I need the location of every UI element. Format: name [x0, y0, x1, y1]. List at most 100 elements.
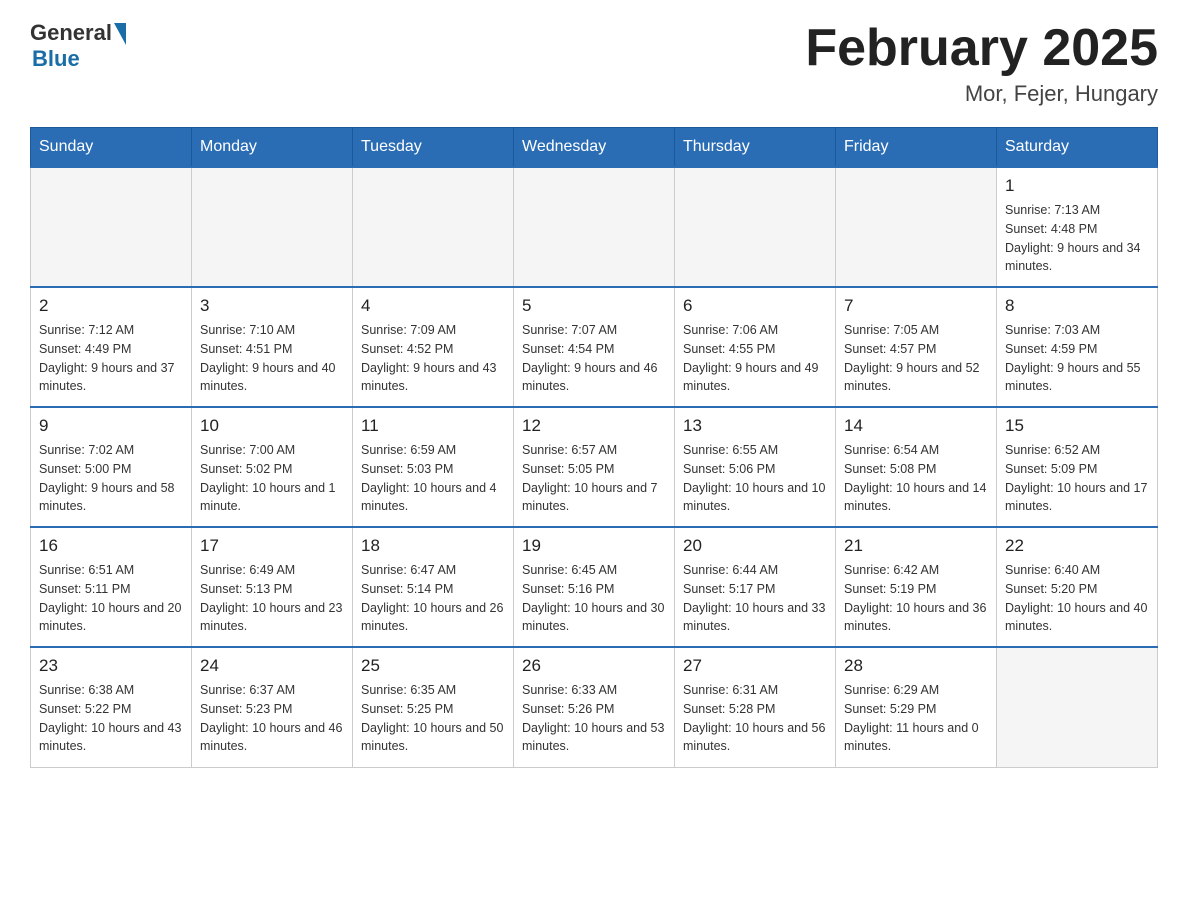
calendar-cell: 14 Sunrise: 6:54 AMSunset: 5:08 PMDayligh… [836, 407, 997, 527]
location: Mor, Fejer, Hungary [805, 81, 1158, 107]
calendar-cell: 23Sunrise: 6:38 AMSunset: 5:22 PMDayligh… [31, 647, 192, 767]
day-info: Sunrise: 6:57 AMSunset: 5:05 PMDaylight:… [522, 441, 666, 516]
logo-arrow-icon [114, 23, 126, 45]
calendar-cell: 7 Sunrise: 7:05 AMSunset: 4:57 PMDaylight… [836, 287, 997, 407]
day-info: Sunrise: 6:55 AMSunset: 5:06 PMDaylight:… [683, 441, 827, 516]
day-info: Sunrise: 6:40 AMSunset: 5:20 PMDaylight:… [1005, 561, 1149, 636]
day-info: Sunrise: 7:06 AMSunset: 4:55 PMDaylight:… [683, 321, 827, 396]
day-number: 10 [200, 416, 344, 436]
day-info: Sunrise: 6:49 AMSunset: 5:13 PMDaylight:… [200, 561, 344, 636]
day-info: Sunrise: 6:45 AMSunset: 5:16 PMDaylight:… [522, 561, 666, 636]
calendar-cell: 17Sunrise: 6:49 AMSunset: 5:13 PMDayligh… [192, 527, 353, 647]
weekday-header-tuesday: Tuesday [353, 128, 514, 168]
day-info: Sunrise: 6:52 AMSunset: 5:09 PMDaylight:… [1005, 441, 1149, 516]
calendar-cell [353, 167, 514, 287]
day-info: Sunrise: 6:38 AMSunset: 5:22 PMDaylight:… [39, 681, 183, 756]
day-number: 7 [844, 296, 988, 316]
day-info: Sunrise: 6:51 AMSunset: 5:11 PMDaylight:… [39, 561, 183, 636]
day-number: 20 [683, 536, 827, 556]
month-title: February 2025 [805, 20, 1158, 77]
calendar-cell [31, 167, 192, 287]
week-row-4: 16 Sunrise: 6:51 AMSunset: 5:11 PMDayligh… [31, 527, 1158, 647]
logo-general-text: General [30, 20, 112, 46]
day-info: Sunrise: 7:00 AMSunset: 5:02 PMDaylight:… [200, 441, 344, 516]
calendar-cell: 5 Sunrise: 7:07 AMSunset: 4:54 PMDaylight… [514, 287, 675, 407]
calendar-cell: 4 Sunrise: 7:09 AMSunset: 4:52 PMDaylight… [353, 287, 514, 407]
calendar-cell: 26 Sunrise: 6:33 AMSunset: 5:26 PMDayligh… [514, 647, 675, 767]
day-number: 3 [200, 296, 344, 316]
calendar-cell: 24 Sunrise: 6:37 AMSunset: 5:23 PMDayligh… [192, 647, 353, 767]
weekday-header-monday: Monday [192, 128, 353, 168]
day-number: 21 [844, 536, 988, 556]
header: General Blue February 2025 Mor, Fejer, H… [30, 20, 1158, 107]
calendar-cell: 6 Sunrise: 7:06 AMSunset: 4:55 PMDaylight… [675, 287, 836, 407]
weekday-header-friday: Friday [836, 128, 997, 168]
day-info: Sunrise: 6:31 AMSunset: 5:28 PMDaylight:… [683, 681, 827, 756]
day-info: Sunrise: 6:54 AMSunset: 5:08 PMDaylight:… [844, 441, 988, 516]
calendar-cell: 15 Sunrise: 6:52 AMSunset: 5:09 PMDayligh… [997, 407, 1158, 527]
title-area: February 2025 Mor, Fejer, Hungary [805, 20, 1158, 107]
calendar-cell [997, 647, 1158, 767]
calendar-cell: 28 Sunrise: 6:29 AMSunset: 5:29 PMDayligh… [836, 647, 997, 767]
weekday-header-sunday: Sunday [31, 128, 192, 168]
day-number: 11 [361, 416, 505, 436]
day-number: 6 [683, 296, 827, 316]
day-number: 28 [844, 656, 988, 676]
calendar-cell: 12Sunrise: 6:57 AMSunset: 5:05 PMDayligh… [514, 407, 675, 527]
day-info: Sunrise: 6:33 AMSunset: 5:26 PMDaylight:… [522, 681, 666, 756]
week-row-1: 1 Sunrise: 7:13 AMSunset: 4:48 PMDaylight… [31, 167, 1158, 287]
day-number: 14 [844, 416, 988, 436]
week-row-3: 9Sunrise: 7:02 AMSunset: 5:00 PMDaylight… [31, 407, 1158, 527]
calendar-cell [675, 167, 836, 287]
day-info: Sunrise: 6:42 AMSunset: 5:19 PMDaylight:… [844, 561, 988, 636]
calendar-cell: 22 Sunrise: 6:40 AMSunset: 5:20 PMDayligh… [997, 527, 1158, 647]
calendar-cell: 18 Sunrise: 6:47 AMSunset: 5:14 PMDayligh… [353, 527, 514, 647]
calendar-cell: 8Sunrise: 7:03 AMSunset: 4:59 PMDaylight… [997, 287, 1158, 407]
day-info: Sunrise: 6:59 AMSunset: 5:03 PMDaylight:… [361, 441, 505, 516]
day-number: 19 [522, 536, 666, 556]
day-number: 26 [522, 656, 666, 676]
calendar: SundayMondayTuesdayWednesdayThursdayFrid… [30, 127, 1158, 768]
week-row-2: 2 Sunrise: 7:12 AMSunset: 4:49 PMDaylight… [31, 287, 1158, 407]
calendar-cell: 21 Sunrise: 6:42 AMSunset: 5:19 PMDayligh… [836, 527, 997, 647]
day-number: 9 [39, 416, 183, 436]
week-row-5: 23Sunrise: 6:38 AMSunset: 5:22 PMDayligh… [31, 647, 1158, 767]
day-info: Sunrise: 6:37 AMSunset: 5:23 PMDaylight:… [200, 681, 344, 756]
day-info: Sunrise: 7:09 AMSunset: 4:52 PMDaylight:… [361, 321, 505, 396]
day-number: 13 [683, 416, 827, 436]
day-number: 5 [522, 296, 666, 316]
logo-blue-text: Blue [32, 46, 80, 72]
calendar-cell: 9Sunrise: 7:02 AMSunset: 5:00 PMDaylight… [31, 407, 192, 527]
calendar-cell: 25 Sunrise: 6:35 AMSunset: 5:25 PMDayligh… [353, 647, 514, 767]
day-info: Sunrise: 7:10 AMSunset: 4:51 PMDaylight:… [200, 321, 344, 396]
day-number: 25 [361, 656, 505, 676]
day-info: Sunrise: 7:07 AMSunset: 4:54 PMDaylight:… [522, 321, 666, 396]
calendar-cell: 27 Sunrise: 6:31 AMSunset: 5:28 PMDayligh… [675, 647, 836, 767]
day-info: Sunrise: 7:13 AMSunset: 4:48 PMDaylight:… [1005, 201, 1149, 276]
logo: General Blue [30, 20, 126, 72]
day-number: 2 [39, 296, 183, 316]
weekday-header-row: SundayMondayTuesdayWednesdayThursdayFrid… [31, 128, 1158, 168]
day-info: Sunrise: 6:47 AMSunset: 5:14 PMDaylight:… [361, 561, 505, 636]
day-number: 22 [1005, 536, 1149, 556]
day-info: Sunrise: 7:05 AMSunset: 4:57 PMDaylight:… [844, 321, 988, 396]
calendar-cell: 11 Sunrise: 6:59 AMSunset: 5:03 PMDayligh… [353, 407, 514, 527]
day-info: Sunrise: 7:12 AMSunset: 4:49 PMDaylight:… [39, 321, 183, 396]
day-info: Sunrise: 6:29 AMSunset: 5:29 PMDaylight:… [844, 681, 988, 756]
calendar-cell: 13 Sunrise: 6:55 AMSunset: 5:06 PMDayligh… [675, 407, 836, 527]
calendar-cell: 10 Sunrise: 7:00 AMSunset: 5:02 PMDayligh… [192, 407, 353, 527]
calendar-cell: 16 Sunrise: 6:51 AMSunset: 5:11 PMDayligh… [31, 527, 192, 647]
day-number: 4 [361, 296, 505, 316]
weekday-header-saturday: Saturday [997, 128, 1158, 168]
day-info: Sunrise: 6:35 AMSunset: 5:25 PMDaylight:… [361, 681, 505, 756]
day-number: 16 [39, 536, 183, 556]
day-number: 27 [683, 656, 827, 676]
calendar-cell: 3 Sunrise: 7:10 AMSunset: 4:51 PMDaylight… [192, 287, 353, 407]
calendar-cell: 20 Sunrise: 6:44 AMSunset: 5:17 PMDayligh… [675, 527, 836, 647]
calendar-cell: 1 Sunrise: 7:13 AMSunset: 4:48 PMDaylight… [997, 167, 1158, 287]
day-number: 15 [1005, 416, 1149, 436]
day-number: 24 [200, 656, 344, 676]
day-info: Sunrise: 6:44 AMSunset: 5:17 PMDaylight:… [683, 561, 827, 636]
day-number: 18 [361, 536, 505, 556]
day-number: 1 [1005, 176, 1149, 196]
